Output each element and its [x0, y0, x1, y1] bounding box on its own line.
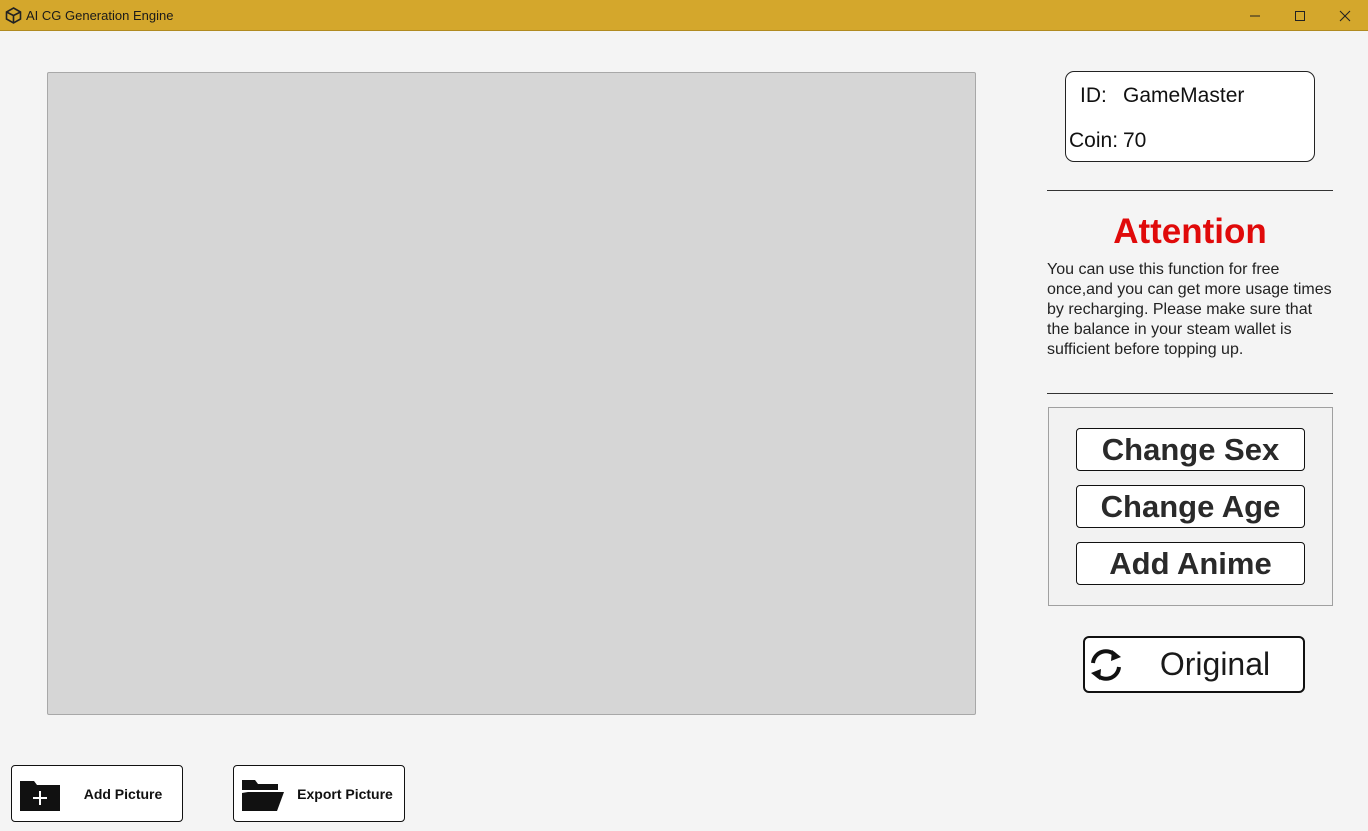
- add-picture-button[interactable]: Add Picture: [11, 765, 183, 822]
- maximize-button[interactable]: [1277, 0, 1323, 31]
- refresh-icon: [1091, 649, 1121, 681]
- change-sex-button[interactable]: Change Sex: [1076, 428, 1305, 471]
- id-label: ID:: [1080, 84, 1107, 107]
- original-label: Original: [1159, 646, 1271, 682]
- coin-label: Coin:: [1069, 129, 1119, 152]
- close-button[interactable]: [1322, 0, 1368, 31]
- export-picture-label: Export Picture: [297, 785, 393, 802]
- minimize-icon: [1250, 15, 1260, 16]
- account-info-box: ID: GameMaster Coin: 70: [1065, 71, 1315, 162]
- maximize-icon: [1295, 10, 1305, 21]
- id-value: GameMaster: [1123, 84, 1245, 107]
- original-button[interactable]: Original: [1083, 636, 1305, 693]
- divider-top: [1047, 190, 1333, 191]
- divider-bottom: [1047, 393, 1333, 394]
- window-title: AI CG Generation Engine: [26, 8, 174, 23]
- attention-title: Attention: [1113, 212, 1267, 251]
- close-icon: [1339, 10, 1351, 21]
- coin-value: 70: [1123, 129, 1147, 152]
- change-age-button[interactable]: Change Age: [1076, 485, 1305, 528]
- unity-logo-icon: [5, 7, 22, 24]
- add-picture-label: Add Picture: [83, 785, 163, 802]
- attention-text: You can use this function for free once,…: [1047, 261, 1332, 358]
- open-folder-icon: [242, 780, 284, 811]
- export-picture-button[interactable]: Export Picture: [233, 765, 405, 822]
- folder-plus-icon: [20, 781, 60, 811]
- add-anime-button[interactable]: Add Anime: [1076, 542, 1305, 585]
- minimize-button[interactable]: [1232, 0, 1278, 31]
- title-bar: AI CG Generation Engine: [0, 0, 1368, 31]
- image-preview-area[interactable]: [47, 72, 976, 715]
